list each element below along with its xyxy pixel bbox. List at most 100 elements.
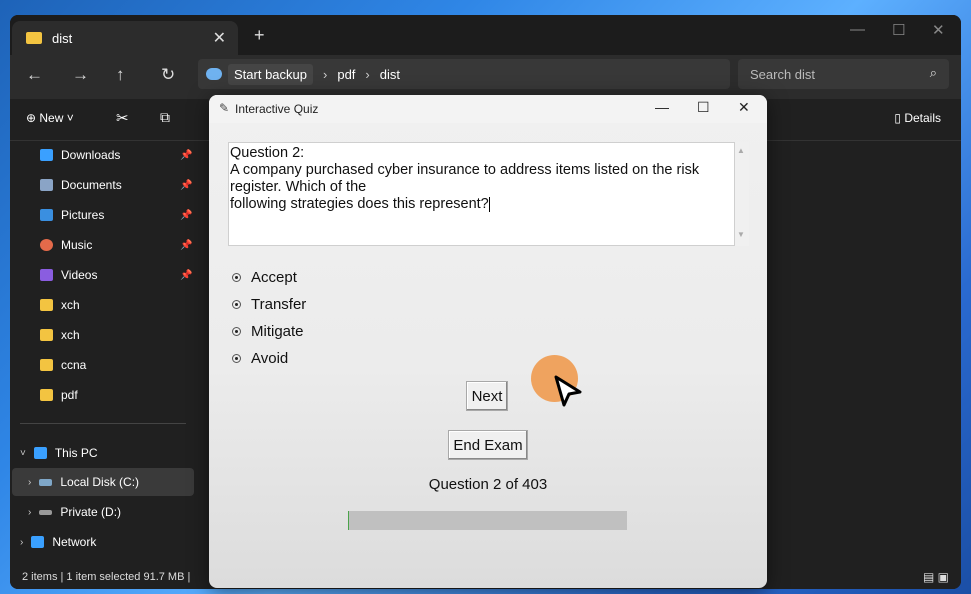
- breadcrumb-pdf[interactable]: pdf: [337, 67, 355, 82]
- minimize-icon[interactable]: —: [655, 99, 669, 115]
- folder-icon: [26, 32, 42, 44]
- sidebar-item-ccna[interactable]: ccna: [40, 353, 86, 377]
- tab-bar: dist ✕ + — ☐ ✕: [10, 15, 961, 55]
- folder-icon: [40, 359, 53, 371]
- sidebar-item-label: xch: [61, 298, 80, 312]
- option-label: Avoid: [251, 349, 289, 367]
- breadcrumb-start-backup[interactable]: Start backup: [228, 63, 313, 85]
- question-scrollbar[interactable]: ▲ ▼: [735, 142, 749, 246]
- sidebar-item-label: pdf: [61, 388, 78, 402]
- cloud-icon: [206, 68, 222, 80]
- sidebar-item-label: xch: [61, 328, 80, 342]
- next-button[interactable]: Next: [466, 381, 508, 411]
- sidebar-item-label: Pictures: [61, 208, 105, 222]
- option-avoid[interactable]: Avoid: [232, 348, 288, 368]
- pin-icon: 📌: [180, 179, 193, 191]
- drive-icon: [39, 509, 53, 515]
- sidebar-item-videos[interactable]: Videos 📌: [40, 263, 192, 287]
- sidebar-item-label: Documents: [61, 178, 122, 192]
- new-label: New: [39, 111, 64, 125]
- folder-icon: [40, 329, 53, 341]
- sidebar-item-pictures[interactable]: Pictures 📌: [40, 203, 192, 227]
- sidebar-item-label: Private (D:): [60, 505, 122, 519]
- scroll-up-icon[interactable]: ▲: [737, 146, 745, 155]
- chevron-right-icon: ›: [365, 66, 370, 82]
- progress-bar: [348, 511, 627, 530]
- option-label: Transfer: [251, 295, 307, 313]
- network-icon: [31, 536, 45, 548]
- scroll-down-icon[interactable]: ▼: [737, 230, 745, 239]
- sidebar-item-label: Downloads: [61, 148, 121, 162]
- mouse-cursor-icon: [554, 375, 582, 407]
- radio-button[interactable]: [232, 272, 241, 282]
- picture-icon: [40, 209, 53, 221]
- refresh-icon[interactable]: ↻: [161, 65, 175, 85]
- back-icon[interactable]: ←: [26, 65, 43, 85]
- forward-icon[interactable]: →: [72, 65, 89, 85]
- search-placeholder: Search dist: [750, 66, 816, 82]
- close-icon[interactable]: ✕: [738, 99, 750, 116]
- sidebar-item-pdf[interactable]: pdf: [40, 383, 78, 407]
- new-tab-button[interactable]: +: [254, 25, 265, 46]
- video-icon: [40, 269, 53, 281]
- radio-button[interactable]: [232, 299, 241, 309]
- sidebar-item-xch-2[interactable]: xch: [40, 323, 80, 347]
- quiz-title-bar: ✎ Interactive Quiz — ☐ ✕: [209, 95, 767, 123]
- tab-dist[interactable]: dist ✕: [12, 21, 238, 55]
- pin-icon: 📌: [180, 269, 193, 281]
- view-toggle-icon[interactable]: ▤ ▣: [923, 570, 949, 584]
- breadcrumb-dist[interactable]: dist: [380, 67, 400, 82]
- up-icon[interactable]: ↑: [116, 65, 125, 85]
- close-window-icon[interactable]: ✕: [932, 21, 945, 39]
- document-icon: [40, 179, 53, 191]
- drive-icon: [39, 478, 53, 486]
- search-input[interactable]: Search dist ⌕: [738, 59, 949, 89]
- question-textbox[interactable]: Question 2: A company purchased cyber in…: [228, 142, 735, 246]
- folder-icon: [40, 299, 53, 311]
- sidebar-item-this-pc[interactable]: ˅ This PC: [20, 441, 98, 465]
- progress-fill: [348, 511, 350, 530]
- close-tab-icon[interactable]: ✕: [213, 28, 226, 48]
- navigation-pane: Downloads 📌 Documents 📌 Pictures 📌 Music…: [10, 141, 210, 571]
- question-text: Question 2: A company purchased cyber in…: [230, 145, 700, 212]
- sidebar-item-xch[interactable]: xch: [40, 293, 80, 317]
- pin-icon: 📌: [180, 149, 193, 161]
- option-mitigate[interactable]: Mitigate: [232, 321, 304, 341]
- copy-icon[interactable]: ⧉: [160, 109, 170, 126]
- radio-button[interactable]: [232, 326, 241, 336]
- minimize-icon[interactable]: —: [850, 21, 865, 38]
- end-exam-button[interactable]: End Exam: [448, 430, 528, 460]
- sidebar-item-documents[interactable]: Documents 📌: [40, 173, 192, 197]
- status-text: 2 items | 1 item selected 91.7 MB |: [22, 571, 191, 583]
- music-icon: [40, 239, 53, 251]
- sidebar-item-private[interactable]: › Private (D:): [28, 500, 121, 524]
- sidebar-item-network[interactable]: › Network: [20, 530, 96, 554]
- sidebar-item-label: Music: [61, 238, 93, 252]
- sidebar-item-label: Local Disk (C:): [60, 475, 140, 489]
- progress-label: Question 2 of 403: [428, 476, 548, 493]
- option-accept[interactable]: Accept: [232, 267, 297, 287]
- feather-icon: ✎: [219, 101, 230, 115]
- details-label: Details: [904, 111, 941, 125]
- folder-icon: [40, 389, 53, 401]
- sidebar-divider: [20, 423, 186, 424]
- cut-icon[interactable]: ✂: [116, 109, 129, 127]
- sidebar-item-label: ccna: [61, 358, 87, 372]
- sidebar-item-downloads[interactable]: Downloads 📌: [40, 143, 192, 167]
- maximize-icon[interactable]: ☐: [892, 21, 905, 39]
- chevron-right-icon: ›: [28, 476, 32, 488]
- sidebar-item-music[interactable]: Music 📌: [40, 233, 192, 257]
- download-icon: [40, 149, 53, 161]
- pin-icon: 📌: [180, 239, 193, 251]
- address-bar[interactable]: Start backup › pdf › dist: [198, 59, 730, 89]
- radio-button[interactable]: [232, 353, 241, 363]
- sidebar-item-label: Network: [52, 535, 97, 549]
- new-button[interactable]: ⊕ New ˅: [26, 111, 74, 125]
- computer-icon: [33, 447, 47, 459]
- chevron-right-icon: ›: [28, 506, 32, 518]
- option-transfer[interactable]: Transfer: [232, 294, 306, 314]
- sidebar-item-local-disk[interactable]: › Local Disk (C:): [28, 470, 139, 494]
- chevron-down-icon: ˅: [20, 447, 26, 459]
- details-button[interactable]: ▯ Details: [894, 111, 941, 125]
- maximize-icon[interactable]: ☐: [697, 99, 710, 116]
